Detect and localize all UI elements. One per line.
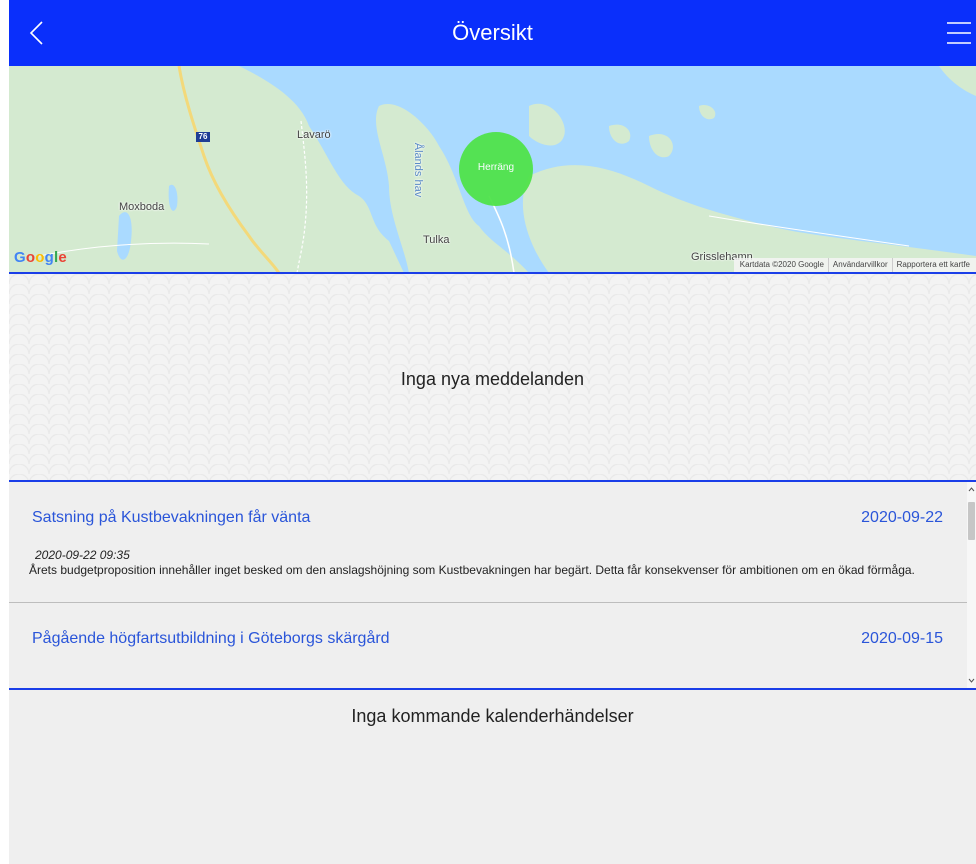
map-view[interactable]: Lavarö Moxboda Tulka Grisslehamn Ålands … [9, 66, 976, 273]
no-calendar-events-text: Inga kommande kalenderhändelser [351, 706, 634, 726]
top-bar: Översikt [9, 0, 976, 66]
news-scrollbar[interactable] [967, 482, 976, 688]
news-title-link[interactable]: Satsning på Kustbevakningen får vänta [32, 509, 310, 527]
map-place-label: Lavarö [297, 129, 331, 141]
news-summary: Årets budgetproposition innehåller inget… [29, 563, 915, 577]
location-marker[interactable]: Herräng [459, 132, 533, 206]
left-edge [0, 0, 9, 864]
messages-panel: Inga nya meddelanden [9, 274, 976, 480]
terms-link[interactable]: Användarvillkor [829, 258, 893, 272]
menu-button[interactable] [946, 20, 972, 46]
map-place-label: Moxboda [119, 201, 165, 213]
road-shield: 76 [196, 132, 210, 142]
page-title: Översikt [452, 20, 533, 45]
calendar-panel: Inga kommande kalenderhändelser [9, 690, 976, 864]
report-error-link[interactable]: Rapportera ett kartfe [893, 258, 974, 272]
news-list[interactable]: Satsning på Kustbevakningen får vänta 20… [9, 482, 976, 688]
hamburger-menu-icon [947, 22, 971, 44]
news-timestamp: 2020-09-22 09:35 [35, 548, 130, 562]
map-place-label: Tulka [423, 234, 450, 246]
map-water-label: Ålands hav [412, 142, 425, 198]
map-attribution: Kartdata ©2020 Google Användarvillkor Ra… [733, 258, 976, 272]
news-date: 2020-09-22 [861, 509, 943, 526]
news-item[interactable]: Pågående högfartsutbildning i Göteborgs … [9, 603, 967, 674]
scroll-up-icon[interactable] [968, 486, 975, 493]
scroll-down-icon[interactable] [968, 677, 975, 684]
map-data-credit: Kartdata ©2020 Google [736, 258, 829, 272]
news-item[interactable]: Satsning på Kustbevakningen får vänta 20… [9, 482, 967, 602]
news-title-link[interactable]: Pågående högfartsutbildning i Göteborgs … [32, 630, 390, 648]
scroll-thumb[interactable] [968, 502, 975, 540]
no-messages-text: Inga nya meddelanden [400, 369, 585, 389]
news-date: 2020-09-15 [861, 629, 943, 647]
marker-label: Herräng [477, 162, 515, 173]
google-logo[interactable]: Google [14, 249, 67, 266]
